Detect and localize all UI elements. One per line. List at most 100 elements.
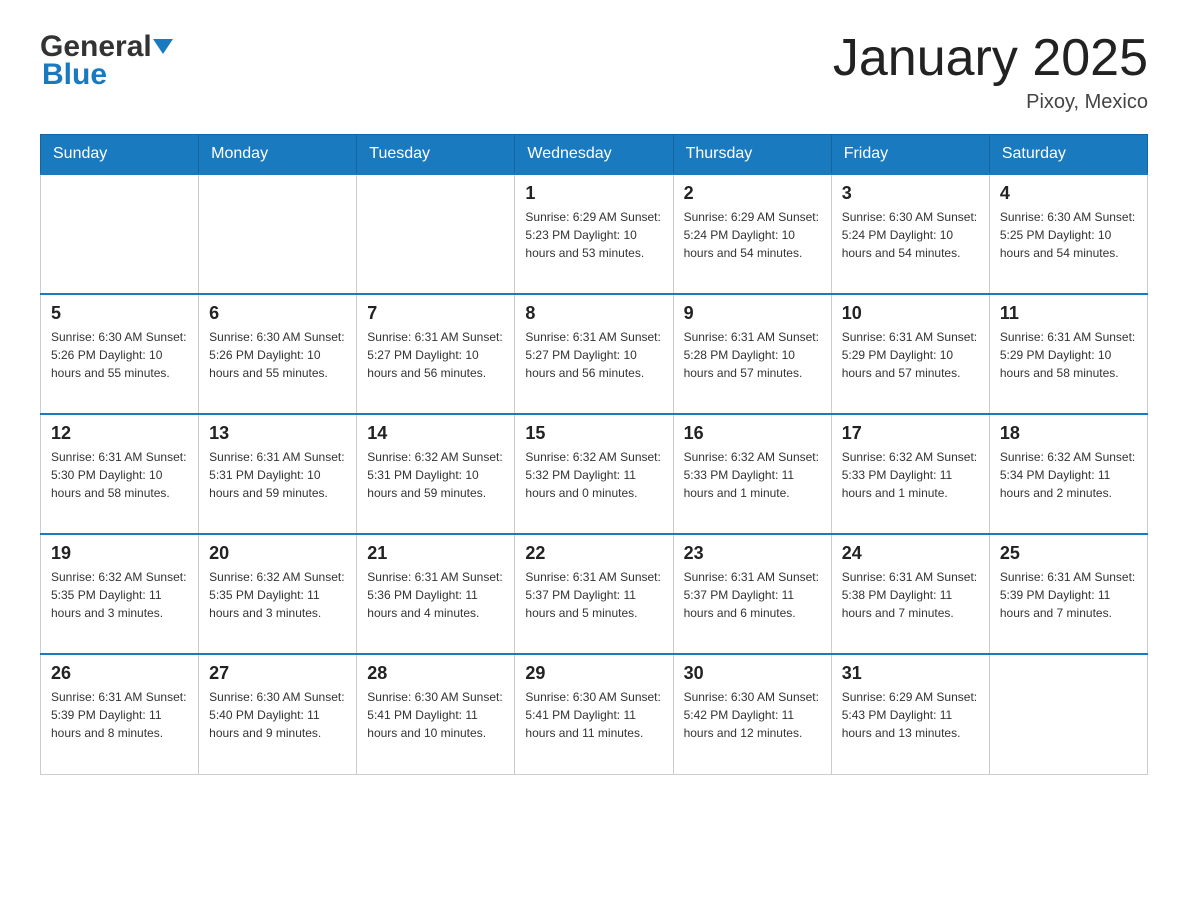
day-info: Sunrise: 6:30 AM Sunset: 5:26 PM Dayligh…	[51, 328, 188, 382]
day-number: 16	[684, 423, 821, 444]
calendar-week-row-3: 12 Sunrise: 6:31 AM Sunset: 5:30 PM Dayli…	[41, 414, 1148, 534]
day-number: 14	[367, 423, 504, 444]
day-info: Sunrise: 6:32 AM Sunset: 5:35 PM Dayligh…	[51, 568, 188, 622]
day-info: Sunrise: 6:31 AM Sunset: 5:27 PM Dayligh…	[525, 328, 662, 382]
calendar-cell: 28 Sunrise: 6:30 AM Sunset: 5:41 PM Dayli…	[357, 654, 515, 774]
calendar-cell: 24 Sunrise: 6:31 AM Sunset: 5:38 PM Dayli…	[831, 534, 989, 654]
calendar-header-thursday: Thursday	[673, 135, 831, 175]
day-number: 22	[525, 543, 662, 564]
calendar-cell: 12 Sunrise: 6:31 AM Sunset: 5:30 PM Dayli…	[41, 414, 199, 534]
day-number: 18	[1000, 423, 1137, 444]
calendar-cell: 17 Sunrise: 6:32 AM Sunset: 5:33 PM Dayli…	[831, 414, 989, 534]
day-number: 19	[51, 543, 188, 564]
day-number: 17	[842, 423, 979, 444]
page-header: General Blue January 2025 Pixoy, Mexico	[40, 30, 1148, 114]
day-info: Sunrise: 6:30 AM Sunset: 5:26 PM Dayligh…	[209, 328, 346, 382]
calendar-cell: 27 Sunrise: 6:30 AM Sunset: 5:40 PM Dayli…	[199, 654, 357, 774]
day-info: Sunrise: 6:31 AM Sunset: 5:38 PM Dayligh…	[842, 568, 979, 622]
day-info: Sunrise: 6:30 AM Sunset: 5:40 PM Dayligh…	[209, 688, 346, 742]
day-info: Sunrise: 6:31 AM Sunset: 5:28 PM Dayligh…	[684, 328, 821, 382]
day-number: 11	[1000, 303, 1137, 324]
day-info: Sunrise: 6:31 AM Sunset: 5:27 PM Dayligh…	[367, 328, 504, 382]
day-info: Sunrise: 6:31 AM Sunset: 5:39 PM Dayligh…	[51, 688, 188, 742]
calendar-cell: 10 Sunrise: 6:31 AM Sunset: 5:29 PM Dayli…	[831, 294, 989, 414]
day-info: Sunrise: 6:31 AM Sunset: 5:36 PM Dayligh…	[367, 568, 504, 622]
day-number: 23	[684, 543, 821, 564]
day-info: Sunrise: 6:32 AM Sunset: 5:35 PM Dayligh…	[209, 568, 346, 622]
day-number: 20	[209, 543, 346, 564]
calendar-cell: 30 Sunrise: 6:30 AM Sunset: 5:42 PM Dayli…	[673, 654, 831, 774]
day-number: 7	[367, 303, 504, 324]
day-number: 28	[367, 663, 504, 684]
day-number: 1	[525, 183, 662, 204]
day-number: 21	[367, 543, 504, 564]
calendar-cell: 6 Sunrise: 6:30 AM Sunset: 5:26 PM Daylig…	[199, 294, 357, 414]
calendar-cell: 9 Sunrise: 6:31 AM Sunset: 5:28 PM Daylig…	[673, 294, 831, 414]
day-info: Sunrise: 6:30 AM Sunset: 5:24 PM Dayligh…	[842, 208, 979, 262]
day-number: 15	[525, 423, 662, 444]
day-info: Sunrise: 6:31 AM Sunset: 5:29 PM Dayligh…	[842, 328, 979, 382]
day-info: Sunrise: 6:32 AM Sunset: 5:33 PM Dayligh…	[842, 448, 979, 502]
day-number: 2	[684, 183, 821, 204]
calendar-header-row: SundayMondayTuesdayWednesdayThursdayFrid…	[41, 135, 1148, 175]
day-info: Sunrise: 6:30 AM Sunset: 5:41 PM Dayligh…	[367, 688, 504, 742]
calendar-cell	[357, 174, 515, 294]
logo-triangle-icon	[153, 39, 173, 54]
calendar-cell: 23 Sunrise: 6:31 AM Sunset: 5:37 PM Dayli…	[673, 534, 831, 654]
location-label: Pixoy, Mexico	[833, 91, 1148, 114]
day-info: Sunrise: 6:30 AM Sunset: 5:25 PM Dayligh…	[1000, 208, 1137, 262]
day-number: 3	[842, 183, 979, 204]
day-number: 24	[842, 543, 979, 564]
calendar-cell: 2 Sunrise: 6:29 AM Sunset: 5:24 PM Daylig…	[673, 174, 831, 294]
day-info: Sunrise: 6:31 AM Sunset: 5:39 PM Dayligh…	[1000, 568, 1137, 622]
day-info: Sunrise: 6:31 AM Sunset: 5:30 PM Dayligh…	[51, 448, 188, 502]
calendar-week-row-4: 19 Sunrise: 6:32 AM Sunset: 5:35 PM Dayli…	[41, 534, 1148, 654]
calendar-header-monday: Monday	[199, 135, 357, 175]
calendar-cell: 3 Sunrise: 6:30 AM Sunset: 5:24 PM Daylig…	[831, 174, 989, 294]
day-info: Sunrise: 6:30 AM Sunset: 5:42 PM Dayligh…	[684, 688, 821, 742]
day-number: 6	[209, 303, 346, 324]
day-number: 10	[842, 303, 979, 324]
calendar-cell: 14 Sunrise: 6:32 AM Sunset: 5:31 PM Dayli…	[357, 414, 515, 534]
day-info: Sunrise: 6:29 AM Sunset: 5:24 PM Dayligh…	[684, 208, 821, 262]
calendar-cell: 7 Sunrise: 6:31 AM Sunset: 5:27 PM Daylig…	[357, 294, 515, 414]
calendar-week-row-2: 5 Sunrise: 6:30 AM Sunset: 5:26 PM Daylig…	[41, 294, 1148, 414]
calendar-cell: 11 Sunrise: 6:31 AM Sunset: 5:29 PM Dayli…	[989, 294, 1147, 414]
day-info: Sunrise: 6:31 AM Sunset: 5:37 PM Dayligh…	[525, 568, 662, 622]
day-info: Sunrise: 6:32 AM Sunset: 5:31 PM Dayligh…	[367, 448, 504, 502]
day-number: 29	[525, 663, 662, 684]
calendar-cell: 15Sunrise: 6:32 AM Sunset: 5:32 PM Dayli…	[515, 414, 673, 534]
day-number: 27	[209, 663, 346, 684]
calendar-cell: 5 Sunrise: 6:30 AM Sunset: 5:26 PM Daylig…	[41, 294, 199, 414]
day-number: 30	[684, 663, 821, 684]
day-number: 25	[1000, 543, 1137, 564]
day-info: Sunrise: 6:30 AM Sunset: 5:41 PM Dayligh…	[525, 688, 662, 742]
calendar-cell: 18Sunrise: 6:32 AM Sunset: 5:34 PM Dayli…	[989, 414, 1147, 534]
day-number: 5	[51, 303, 188, 324]
calendar-header-saturday: Saturday	[989, 135, 1147, 175]
day-info: Sunrise: 6:29 AM Sunset: 5:23 PM Dayligh…	[525, 208, 662, 262]
calendar-cell: 13Sunrise: 6:31 AM Sunset: 5:31 PM Dayli…	[199, 414, 357, 534]
day-number: 4	[1000, 183, 1137, 204]
day-info: Sunrise: 6:31 AM Sunset: 5:31 PM Dayligh…	[209, 448, 346, 502]
calendar-header-tuesday: Tuesday	[357, 135, 515, 175]
calendar-cell	[41, 174, 199, 294]
day-info: Sunrise: 6:31 AM Sunset: 5:29 PM Dayligh…	[1000, 328, 1137, 382]
day-info: Sunrise: 6:32 AM Sunset: 5:33 PM Dayligh…	[684, 448, 821, 502]
calendar-cell: 1 Sunrise: 6:29 AM Sunset: 5:23 PM Daylig…	[515, 174, 673, 294]
day-number: 9	[684, 303, 821, 324]
calendar-header-wednesday: Wednesday	[515, 135, 673, 175]
calendar-cell: 21 Sunrise: 6:31 AM Sunset: 5:36 PM Dayli…	[357, 534, 515, 654]
day-info: Sunrise: 6:31 AM Sunset: 5:37 PM Dayligh…	[684, 568, 821, 622]
day-number: 12	[51, 423, 188, 444]
calendar-cell	[199, 174, 357, 294]
day-number: 31	[842, 663, 979, 684]
day-number: 26	[51, 663, 188, 684]
calendar-header-sunday: Sunday	[41, 135, 199, 175]
calendar-cell: 22 Sunrise: 6:31 AM Sunset: 5:37 PM Dayli…	[515, 534, 673, 654]
calendar-cell: 8Sunrise: 6:31 AM Sunset: 5:27 PM Daylig…	[515, 294, 673, 414]
logo: General Blue	[40, 30, 173, 92]
calendar-cell: 16 Sunrise: 6:32 AM Sunset: 5:33 PM Dayli…	[673, 414, 831, 534]
calendar-table: SundayMondayTuesdayWednesdayThursdayFrid…	[40, 134, 1148, 775]
day-info: Sunrise: 6:29 AM Sunset: 5:43 PM Dayligh…	[842, 688, 979, 742]
